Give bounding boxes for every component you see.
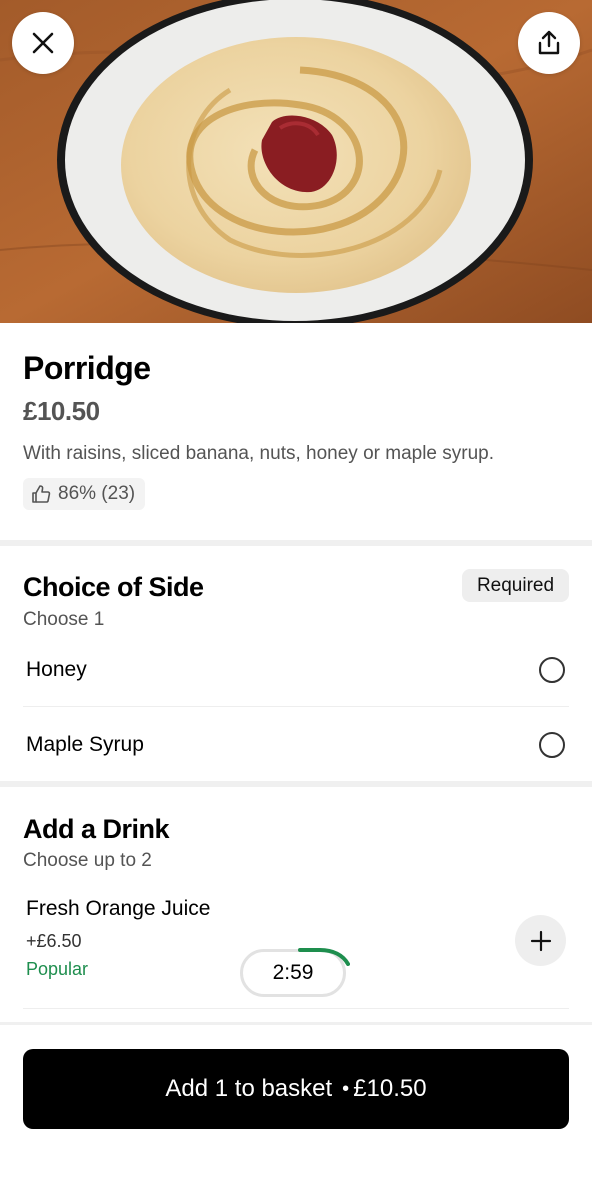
item-price: £10.50 xyxy=(23,396,100,426)
share-button[interactable] xyxy=(518,12,580,74)
side-option-maple-syrup[interactable]: Maple Syrup xyxy=(0,707,592,782)
rating-badge: 86% (23) xyxy=(23,478,146,510)
close-button[interactable] xyxy=(12,12,74,74)
section-divider xyxy=(0,540,592,546)
drink-price: +£6.50 xyxy=(26,931,82,951)
rating-text: 86% (23) xyxy=(58,483,136,504)
option-label: Honey xyxy=(26,658,87,681)
popular-badge: Popular xyxy=(26,959,89,979)
plus-icon xyxy=(530,930,551,951)
radio-button[interactable] xyxy=(539,657,565,683)
section-divider xyxy=(0,781,592,787)
timer-progress-arc xyxy=(298,948,350,966)
radio-button[interactable] xyxy=(539,732,565,758)
basket-label: Add 1 to basket xyxy=(165,1075,333,1102)
option-label: Maple Syrup xyxy=(26,733,144,756)
add-drink-button[interactable] xyxy=(515,915,566,966)
thumbs-up-icon xyxy=(32,485,51,503)
hero-image xyxy=(0,0,592,323)
required-badge: Required xyxy=(462,569,569,602)
drink-name: Fresh Orange Juice xyxy=(26,897,211,920)
basket-total: £10.50 xyxy=(353,1075,427,1102)
side-section-title: Choice of Side xyxy=(23,572,204,602)
row-divider xyxy=(23,1008,569,1009)
share-icon xyxy=(538,30,560,55)
drink-section-subtitle: Choose up to 2 xyxy=(23,850,152,871)
side-section-subtitle: Choose 1 xyxy=(23,609,105,630)
item-description: With raisins, sliced banana, nuts, honey… xyxy=(23,443,495,464)
close-icon xyxy=(32,32,54,54)
separator-dot: • xyxy=(342,1077,350,1100)
section-divider xyxy=(0,1022,592,1025)
add-to-basket-button[interactable]: Add 1 to basket • £10.50 xyxy=(23,1049,569,1129)
side-option-honey[interactable]: Honey xyxy=(0,632,592,707)
item-title: Porridge xyxy=(23,350,151,386)
porridge-photo xyxy=(0,0,592,323)
drink-section-title: Add a Drink xyxy=(23,814,170,844)
